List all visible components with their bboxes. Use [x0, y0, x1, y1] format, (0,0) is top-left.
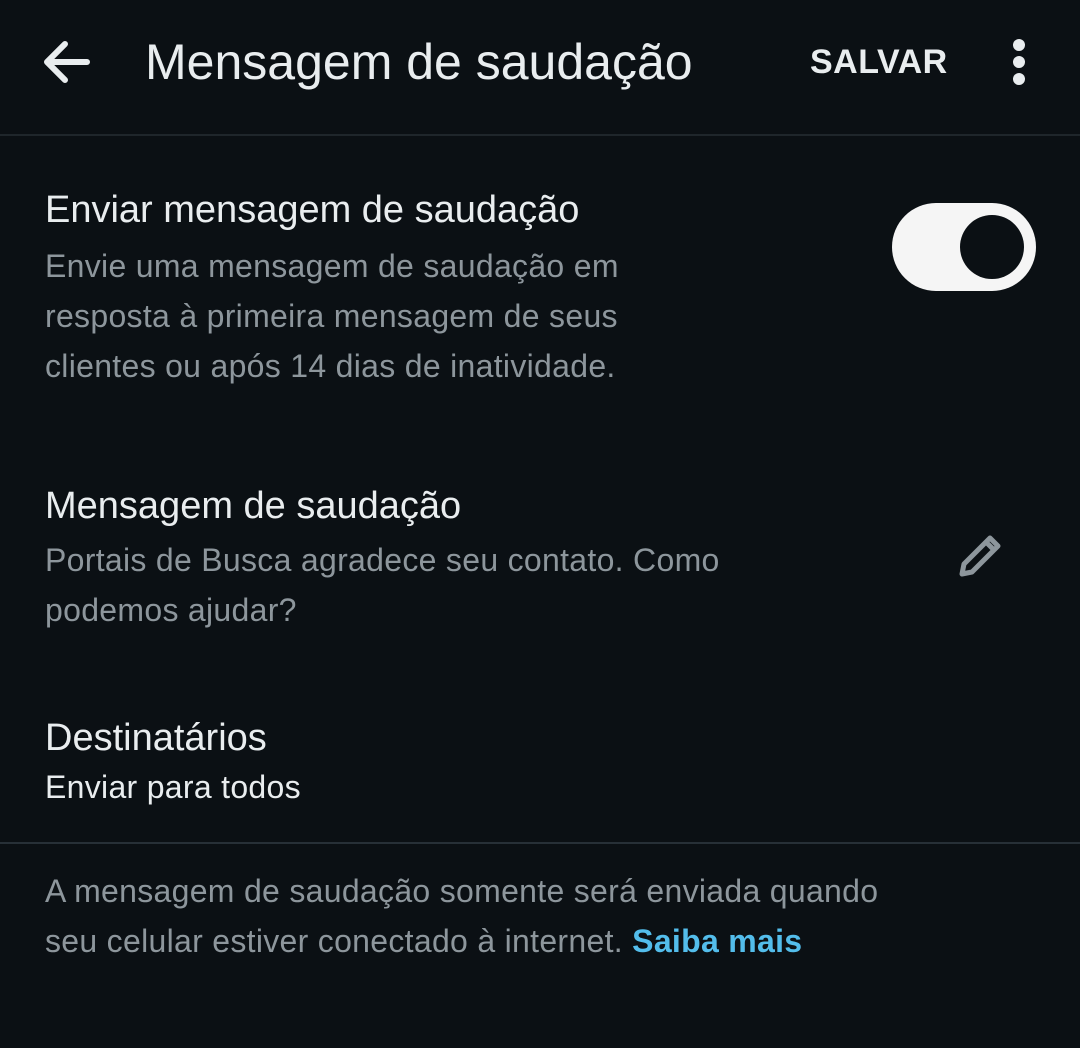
- send-greeting-title: Enviar mensagem de saudação: [45, 189, 580, 231]
- send-greeting-description-line: Envie uma mensagem de saudação em: [45, 248, 619, 284]
- edit-greeting-button[interactable]: [944, 520, 1016, 592]
- app-bar: Mensagem de saudação SALVAR: [0, 0, 1080, 136]
- save-button[interactable]: SALVAR: [794, 36, 964, 88]
- footer-line-text: seu celular estiver conectado à internet…: [45, 923, 623, 959]
- divider: [0, 842, 1080, 844]
- send-greeting-description-line: clientes ou após 14 dias de inatividade.: [45, 348, 616, 384]
- more-vertical-icon: [1013, 39, 1025, 85]
- greeting-message-title: Mensagem de saudação: [45, 485, 462, 527]
- greeting-message-row[interactable]: Mensagem de saudação Portais de Busca ag…: [0, 470, 1080, 650]
- more-options-button[interactable]: [992, 30, 1046, 94]
- page-title: Mensagem de saudação: [145, 34, 693, 90]
- recipients-title: Destinatários: [45, 717, 267, 759]
- learn-more-link[interactable]: Saiba mais: [632, 923, 802, 959]
- send-greeting-toggle[interactable]: [892, 203, 1036, 291]
- send-greeting-description-line: resposta à primeira mensagem de seus: [45, 298, 618, 334]
- pencil-icon: [959, 535, 1001, 577]
- footer-line-2: seu celular estiver conectado à internet…: [45, 916, 1025, 966]
- toggle-knob: [960, 215, 1024, 279]
- back-button[interactable]: [28, 24, 104, 100]
- footer-note: A mensagem de saudação somente será envi…: [45, 866, 1025, 966]
- greeting-message-text: Portais de Busca agradece seu contato. C…: [45, 535, 720, 635]
- recipients-value: Enviar para todos: [45, 769, 301, 805]
- arrow-left-icon: [44, 41, 90, 83]
- greeting-message-line: Portais de Busca agradece seu contato. C…: [45, 542, 720, 578]
- recipients-row[interactable]: Destinatários Enviar para todos: [0, 700, 1080, 830]
- footer-line: A mensagem de saudação somente será envi…: [45, 873, 879, 909]
- greeting-message-line: podemos ajudar?: [45, 592, 297, 628]
- send-greeting-description: Envie uma mensagem de saudação em respos…: [45, 241, 619, 391]
